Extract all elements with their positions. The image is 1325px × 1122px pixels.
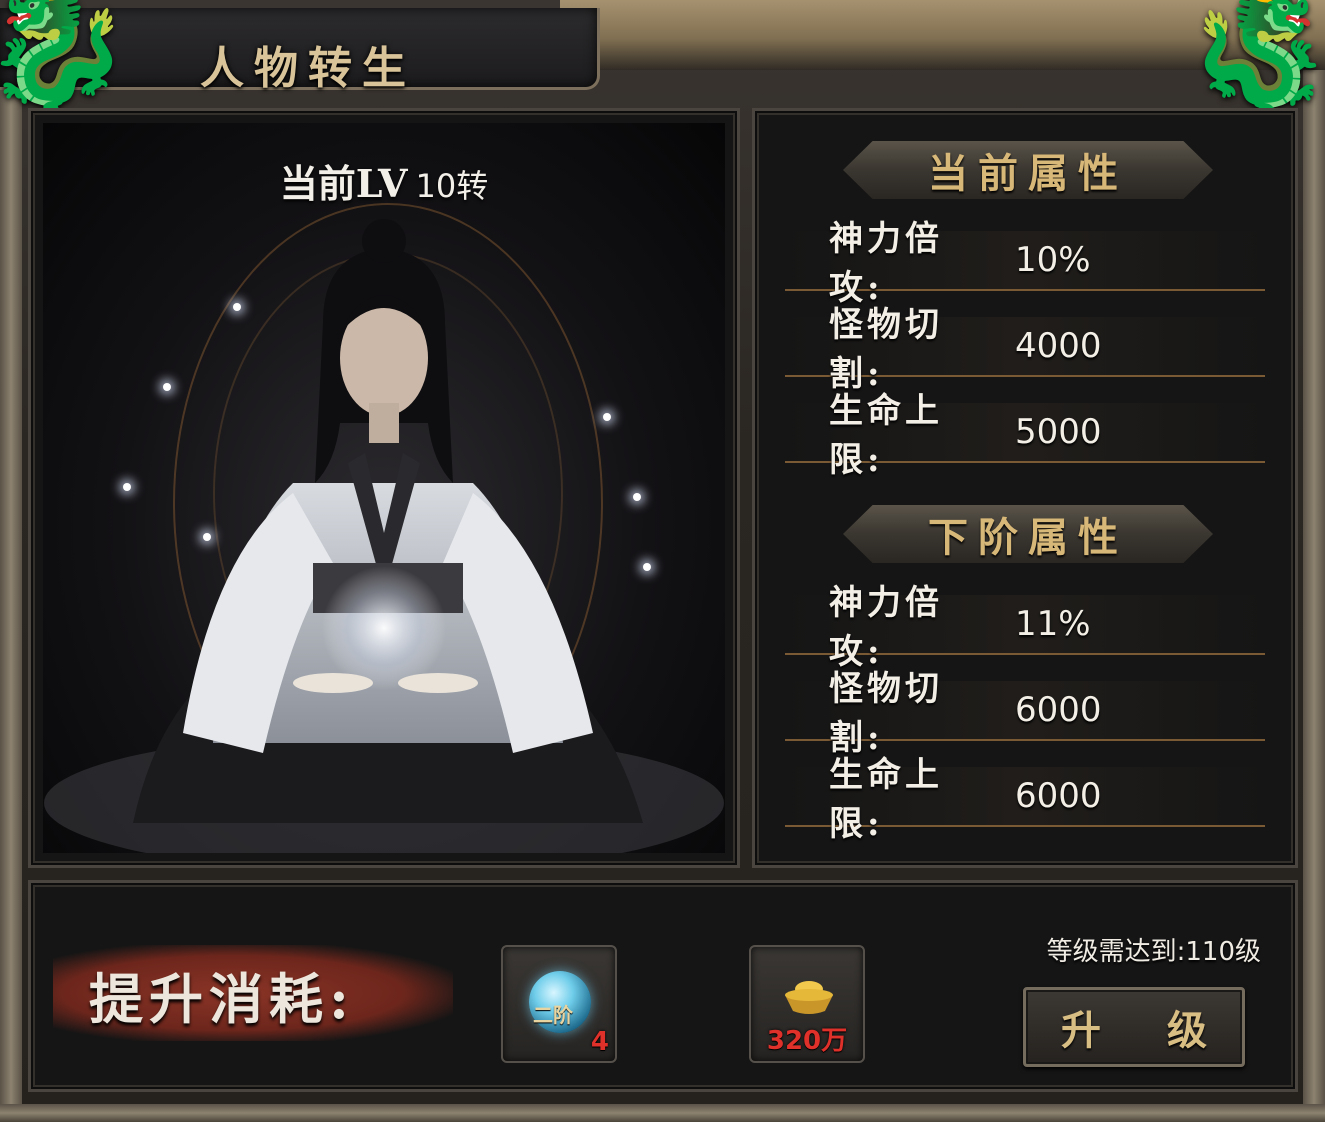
level-display: 当前LV 10转 [43, 153, 725, 208]
next-attr-row: 神力倍攻: 11% [785, 583, 1265, 672]
level-label: 当前LV [279, 161, 408, 206]
current-attr-row: 怪物切割: 4000 [785, 305, 1265, 394]
current-attributes-heading: 当前属性 [928, 150, 1128, 197]
orb-tier-text: 二阶 [533, 1003, 573, 1027]
frame-bottom-border [0, 1104, 1325, 1122]
item-quantity: 320万 [766, 1026, 848, 1056]
attr-name: 神力倍攻: [829, 583, 943, 672]
meditating-figure [44, 219, 724, 853]
current-attr-row: 生命上限: 5000 [785, 391, 1265, 480]
attr-name: 神力倍攻: [829, 219, 943, 308]
level-value: 10转 [415, 167, 489, 205]
item-quantity: 4 [590, 1027, 609, 1057]
cost-item-slot[interactable]: 二阶 4 [501, 945, 617, 1063]
frame-right-border [1303, 70, 1325, 1122]
cost-label: 提升消耗: [89, 967, 355, 1031]
attributes-panel: 当前属性 神力倍攻: 10% 怪物切割: 4000 生命上限: 5000 下阶属… [752, 108, 1298, 868]
frame-left-border [0, 90, 22, 1122]
next-attr-row: 怪物切割: 6000 [785, 669, 1265, 758]
gold-ingot-icon [785, 981, 833, 1014]
attr-value: 6000 [1015, 690, 1102, 730]
attr-name: 生命上限: [829, 755, 943, 844]
cost-item-slot[interactable]: 320万 [749, 945, 865, 1063]
next-attributes-heading: 下阶属性 [928, 514, 1128, 561]
attr-name: 怪物切割: [829, 305, 943, 394]
level-requirement: 等级需达到:110级 [1046, 937, 1261, 967]
attr-value: 5000 [1015, 412, 1102, 452]
attr-value: 10% [1015, 240, 1091, 280]
attr-value: 11% [1015, 604, 1091, 644]
attr-name: 怪物切割: [829, 669, 943, 758]
attr-value: 4000 [1015, 326, 1102, 366]
character-portrait: 当前LV 10转 [43, 123, 725, 853]
window-frame: 人物转生 🐉 🐉 当前LV 10转 当前属性 神力倍攻: 10% 怪物切割: 4… [0, 0, 1325, 1122]
next-attributes-banner: 下阶属性 [843, 505, 1213, 563]
upgrade-button[interactable]: 升 级 [1023, 987, 1245, 1067]
window-title: 人物转生 [200, 43, 416, 94]
current-attr-row: 神力倍攻: 10% [785, 219, 1265, 308]
dragon-left-icon: 🐉 [0, 0, 132, 117]
dragon-right-icon: 🐉 [1185, 0, 1325, 119]
next-attr-row: 生命上限: 6000 [785, 755, 1265, 844]
attr-name: 生命上限: [829, 391, 943, 480]
portrait-panel: 当前LV 10转 [28, 108, 740, 868]
cost-panel: 提升消耗: 二阶 4 320万 等级需达到:110级 升 级 [28, 880, 1298, 1092]
current-attributes-banner: 当前属性 [843, 141, 1213, 199]
attr-value: 6000 [1015, 776, 1102, 816]
